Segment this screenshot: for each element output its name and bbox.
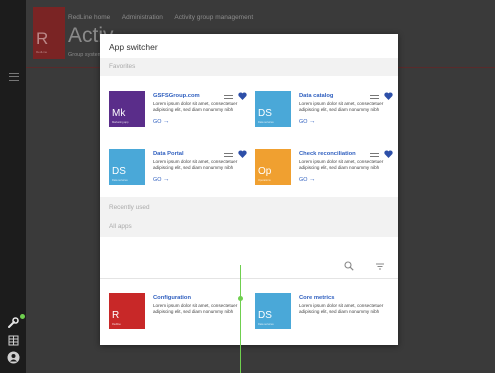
app-description: Lorem ipsum dolor sit amet, consectetuer… — [153, 159, 238, 170]
app-card[interactable]: R Redline Configuration Lorem ipsum dolo… — [109, 293, 249, 335]
app-title[interactable]: Configuration — [153, 295, 191, 301]
tile-caption: Data services — [258, 323, 274, 326]
logo-letter: R — [36, 29, 49, 48]
heart-icon[interactable] — [384, 150, 393, 158]
tile-abbreviation: DS — [258, 108, 272, 119]
grid-icon[interactable] — [7, 334, 20, 347]
app-tile[interactable]: DS Data services — [255, 91, 291, 127]
app-description: Lorem ipsum dolor sit amet, consectetuer… — [299, 303, 384, 314]
search-icon[interactable] — [344, 261, 354, 271]
breadcrumb-activity-group[interactable]: Activity group management — [174, 14, 253, 21]
tile-abbreviation: DS — [258, 310, 272, 321]
wrench-icon[interactable] — [7, 316, 20, 329]
app-card[interactable]: DS Data services Core metrics Lorem ipsu… — [255, 293, 395, 335]
drag-handle-icon[interactable] — [370, 153, 379, 157]
arrow-right-icon: → — [162, 118, 170, 125]
app-logo[interactable]: R RedLine — [33, 7, 65, 59]
active-indicator-dot — [20, 314, 25, 319]
arrow-right-icon: → — [162, 176, 170, 183]
connector-line — [240, 265, 241, 373]
app-card[interactable]: Op Operations Check reconciliation Lorem… — [255, 149, 395, 191]
logo-caption: RedLine — [36, 50, 48, 54]
app-switcher-dialog: App switcher Favorites Mk Marketing app … — [100, 34, 398, 345]
breadcrumb-administration[interactable]: Administration — [122, 14, 163, 21]
heart-icon[interactable] — [384, 92, 393, 100]
tile-caption: Marketing app — [112, 121, 129, 124]
all-apps-list: R Redline Configuration Lorem ipsum dolo… — [100, 278, 398, 345]
drag-handle-icon[interactable] — [370, 95, 379, 99]
arrow-right-icon: → — [308, 118, 316, 125]
tile-abbreviation: Mk — [112, 108, 126, 119]
app-tile[interactable]: Op Operations — [255, 149, 291, 185]
go-label: GO — [299, 119, 308, 125]
go-link[interactable]: GO → — [153, 118, 169, 125]
app-tile[interactable]: DS Data services — [255, 293, 291, 329]
app-title[interactable]: Data catalog — [299, 93, 333, 99]
favorites-list: Mk Marketing app GSFSGroup.com Lorem ips… — [100, 76, 398, 197]
arrow-right-icon: → — [308, 176, 316, 183]
app-card[interactable]: DS Data services Data Portal Lorem ipsum… — [109, 149, 249, 191]
left-sidebar — [0, 0, 26, 373]
drag-handle-icon[interactable] — [224, 153, 233, 157]
app-description: Lorem ipsum dolor sit amet, consectetuer… — [299, 101, 384, 112]
connector-dot — [238, 296, 243, 301]
breadcrumb-home[interactable]: RedLine home — [68, 14, 110, 21]
go-link[interactable]: GO → — [153, 176, 169, 183]
breadcrumb: RedLine home Administration Activity gro… — [68, 14, 263, 21]
tile-abbreviation: R — [112, 310, 120, 321]
tile-abbreviation: Op — [258, 166, 272, 177]
user-icon[interactable] — [7, 351, 20, 364]
tile-caption: Data services — [258, 121, 274, 124]
drag-handle-icon[interactable] — [224, 95, 233, 99]
dialog-title: App switcher — [109, 42, 158, 52]
go-label: GO — [153, 119, 162, 125]
go-label: GO — [153, 177, 162, 183]
app-description: Lorem ipsum dolor sit amet, consectetuer… — [299, 159, 384, 170]
go-label: GO — [299, 177, 308, 183]
recently-used-header[interactable]: Recently used — [100, 197, 398, 217]
heart-icon[interactable] — [238, 92, 247, 100]
filter-icon[interactable] — [376, 263, 384, 270]
app-description: Lorem ipsum dolor sit amet, consectetuer… — [153, 303, 238, 314]
app-card[interactable]: DS Data services Data catalog Lorem ipsu… — [255, 91, 395, 133]
favorites-header[interactable]: Favorites — [100, 58, 398, 76]
tile-caption: Redline — [112, 323, 121, 326]
tile-caption: Data services — [112, 179, 128, 182]
all-apps-header[interactable]: All apps — [100, 217, 398, 237]
all-apps-toolbar — [100, 251, 398, 278]
page-subtitle: Group system — [68, 52, 103, 58]
app-description: Lorem ipsum dolor sit amet, consectetuer… — [153, 101, 238, 112]
tile-caption: Operations — [258, 179, 271, 182]
tile-abbreviation: DS — [112, 166, 126, 177]
app-tile[interactable]: R Redline — [109, 293, 145, 329]
app-title[interactable]: Check reconciliation — [299, 151, 356, 157]
heart-icon[interactable] — [238, 150, 247, 158]
go-link[interactable]: GO → — [299, 118, 315, 125]
app-title[interactable]: GSFSGroup.com — [153, 93, 200, 99]
go-link[interactable]: GO → — [299, 176, 315, 183]
app-card[interactable]: Mk Marketing app GSFSGroup.com Lorem ips… — [109, 91, 249, 133]
menu-icon[interactable] — [9, 73, 19, 81]
app-tile[interactable]: DS Data services — [109, 149, 145, 185]
app-title[interactable]: Data Portal — [153, 151, 184, 157]
app-tile[interactable]: Mk Marketing app — [109, 91, 145, 127]
app-title[interactable]: Core metrics — [299, 295, 334, 301]
